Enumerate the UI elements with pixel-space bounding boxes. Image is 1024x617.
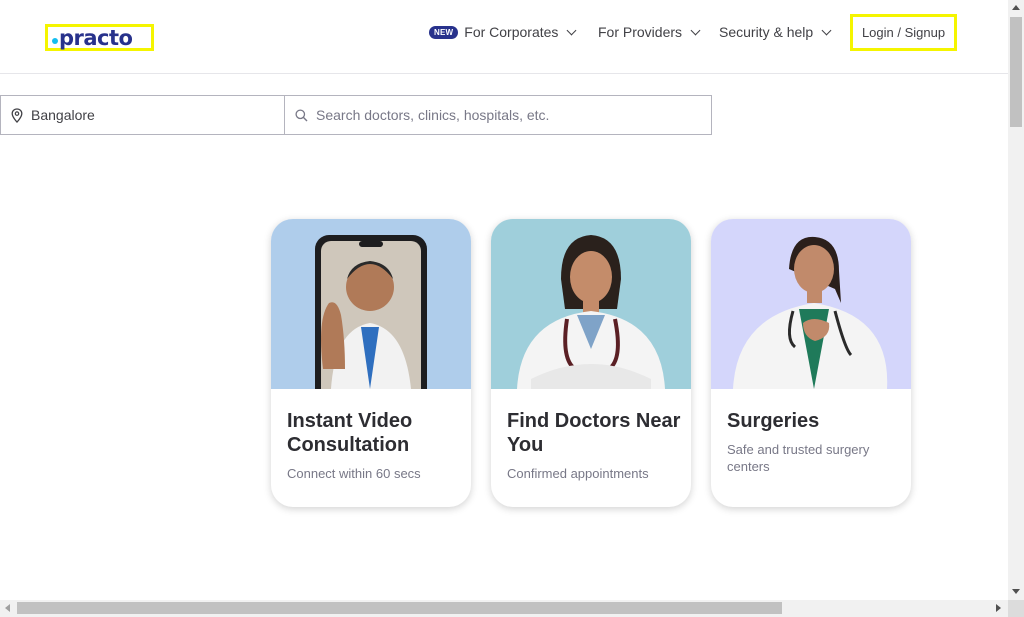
search-input[interactable]: Search doctors, clinics, hospitals, etc.: [284, 95, 712, 135]
logo-dot: [52, 37, 58, 44]
card-title: Instant Video Consultation: [287, 410, 413, 456]
top-header: practo NEW For Corporates For Providers …: [0, 0, 1008, 74]
practo-logo[interactable]: practo: [45, 24, 154, 51]
location-value: Bangalore: [31, 107, 95, 123]
card-find-doctors-near-you[interactable]: Find Doctors Near You Confirmed appointm…: [491, 219, 691, 507]
card-instant-video-consultation[interactable]: Instant Video Consultation Connect withi…: [271, 219, 471, 507]
nav-security-help-label: Security & help: [719, 24, 814, 40]
doctor-image: [491, 219, 691, 389]
location-pin-icon: [11, 107, 23, 123]
scroll-left-icon[interactable]: [5, 604, 10, 612]
nav-for-corporates[interactable]: NEW For Corporates: [429, 0, 577, 64]
card-title: Find Doctors Near You: [507, 410, 681, 456]
video-consultation-image: [271, 219, 471, 389]
horizontal-scrollbar[interactable]: [0, 600, 1008, 617]
card-surgeries[interactable]: Surgeries Safe and trusted surgery cente…: [711, 219, 911, 507]
search-placeholder: Search doctors, clinics, hospitals, etc.: [316, 107, 550, 123]
horizontal-scroll-thumb[interactable]: [17, 602, 782, 614]
scroll-right-icon[interactable]: [996, 604, 1001, 612]
search-icon: [295, 108, 308, 121]
logo-text: practo: [59, 25, 133, 50]
scroll-up-icon[interactable]: [1012, 5, 1020, 10]
chevron-down-icon: [821, 25, 832, 35]
vertical-scroll-thumb[interactable]: [1010, 17, 1022, 127]
card-title: Surgeries: [727, 410, 820, 432]
new-badge: NEW: [429, 25, 459, 39]
nav-for-providers-label: For Providers: [598, 24, 683, 40]
nav-for-providers[interactable]: For Providers: [598, 0, 701, 64]
chevron-down-icon: [566, 25, 577, 35]
surgeon-image: [711, 219, 911, 389]
nav-security-help[interactable]: Security & help: [719, 0, 832, 64]
card-subtitle: Connect within 60 secs: [287, 466, 421, 481]
login-signup-button[interactable]: Login / Signup: [850, 14, 957, 51]
card-subtitle: Safe and trusted surgery centers: [727, 442, 870, 474]
scroll-down-icon[interactable]: [1012, 589, 1020, 594]
card-subtitle: Confirmed appointments: [507, 466, 649, 481]
nav-for-corporates-label: For Corporates: [464, 24, 559, 40]
scrollbar-corner: [1008, 600, 1024, 617]
vertical-scrollbar[interactable]: [1008, 0, 1024, 600]
chevron-down-icon: [690, 25, 701, 35]
location-input[interactable]: Bangalore: [0, 95, 285, 135]
